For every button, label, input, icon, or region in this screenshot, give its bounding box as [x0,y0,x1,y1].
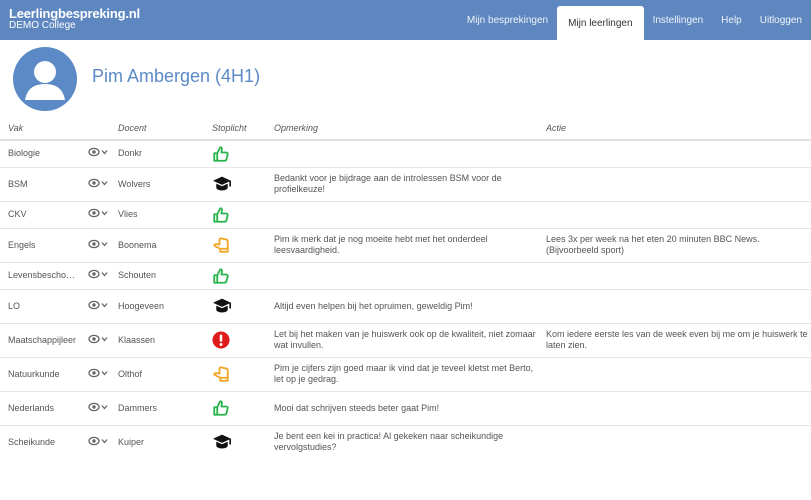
cell-docent: Klaassen [110,322,204,357]
grades-table: Vak Docent Stoplicht Opmerking Actie Bio… [0,116,811,459]
cell-opmerking: Bedankt voor je bijdrage aan de introles… [266,166,538,201]
cell-vak: Nederlands [0,390,80,425]
view-dropdown-icon[interactable] [88,178,108,188]
col-docent: Docent [110,116,204,141]
table-row: Nederlands Dammers Mooi dat schrijven stee… [0,390,811,425]
table-row: CKV Vlies [0,200,811,228]
cell-docent: Wolvers [110,166,204,201]
cell-docent: Hoogeveen [110,288,204,323]
nav-instellingen[interactable]: Instellingen [644,0,713,40]
cell-actie [538,139,811,167]
cell-opmerking: Pim je cijfers zijn goed maar ik vind da… [266,356,538,391]
top-navbar: Leerlingbespreking.nl DEMO College Mijn … [0,0,811,40]
cell-actie: Lees 3x per week na het eten 20 minuten … [538,227,811,262]
table-row: Natuurkunde Olthof Pim je cijfers zijn goe… [0,356,811,391]
cell-docent: Olthof [110,356,204,391]
cell-actie [538,390,811,425]
thumbs-up-icon [212,267,266,285]
cell-docent: Dammers [110,390,204,425]
brand[interactable]: Leerlingbespreking.nl DEMO College [9,7,140,32]
cell-actie [538,288,811,323]
cell-actie [538,166,811,201]
view-dropdown-icon[interactable] [88,300,108,310]
table-header: Vak Docent Stoplicht Opmerking Actie [0,116,811,141]
view-dropdown-icon[interactable] [88,208,108,218]
alert-icon [212,331,266,349]
cell-actie: Kom iedere eerste les van de week even b… [538,322,811,357]
cell-docent: Donkr [110,139,204,167]
thumbs-up-icon [212,206,266,224]
graduation-cap-icon [212,297,266,315]
cell-vak: Maatschappijleer [0,322,80,357]
table-row: BSM Wolvers Bedankt voor je bijdrage aan d… [0,166,811,201]
cell-opmerking [266,139,538,167]
col-vak: Vak [0,116,80,141]
cell-vak: Engels [0,227,80,262]
app-title: Leerlingbespreking.nl [9,6,140,21]
cell-opmerking [266,200,538,228]
col-opmerking: Opmerking [266,116,538,141]
cell-opmerking: Je bent een kei in practica! Al gekeken … [266,424,538,459]
cell-docent: Schouten [110,261,204,289]
col-stoplicht: Stoplicht [204,116,266,141]
view-dropdown-icon[interactable] [88,436,108,446]
cell-docent: Boonema [110,227,204,262]
school-name: DEMO College [9,20,76,31]
cell-opmerking: Mooi dat schrijven steeds beter gaat Pim… [266,390,538,425]
cell-vak: BSM [0,166,80,201]
cell-vak: Levensbeschouwing [0,261,80,289]
table-row: LO Hoogeveen Altijd even helpen bij het op… [0,288,811,323]
graduation-cap-icon [212,175,266,193]
table-row: Scheikunde Kuiper Je bent een kei in pract… [0,424,811,459]
view-dropdown-icon[interactable] [88,239,108,249]
student-name: Pim Ambergen (4H1) [92,66,261,86]
cell-docent: Vlies [110,200,204,228]
cell-vak: Natuurkunde [0,356,80,391]
cell-opmerking [266,261,538,289]
nav-mijn-besprekingen[interactable]: Mijn besprekingen [458,0,557,40]
cell-opmerking: Pim ik merk dat je nog moeite hebt met h… [266,227,538,262]
cell-vak: LO [0,288,80,323]
cell-vak: Biologie [0,139,80,167]
cell-actie [538,356,811,391]
nav-uitloggen[interactable]: Uitloggen [751,0,811,40]
cell-actie [538,261,811,289]
thumbs-neutral-icon [212,365,266,383]
cell-vak: CKV [0,200,80,228]
table-row: Biologie Donkr [0,139,811,167]
thumbs-neutral-icon [212,236,266,254]
user-avatar-icon [13,47,77,111]
view-dropdown-icon[interactable] [88,334,108,344]
col-actie: Actie [538,116,811,141]
table-row: Levensbeschouwing Schouten [0,261,811,289]
cell-docent: Kuiper [110,424,204,459]
view-dropdown-icon[interactable] [88,147,108,157]
thumbs-up-icon [212,145,266,163]
cell-actie [538,200,811,228]
nav-mijn-leerlingen[interactable]: Mijn leerlingen [557,6,644,40]
cell-opmerking: Let bij het maken van je huiswerk ook op… [266,322,538,357]
table-row: Engels Boonema Pim ik merk dat je nog moei… [0,227,811,262]
table-row: Maatschappijleer Klaassen Let bij het make… [0,322,811,357]
main-nav: Mijn besprekingen Mijn leerlingen Instel… [458,0,811,40]
cell-actie [538,424,811,459]
graduation-cap-icon [212,433,266,451]
cell-opmerking: Altijd even helpen bij het opruimen, gew… [266,288,538,323]
nav-help[interactable]: Help [712,0,751,40]
view-dropdown-icon[interactable] [88,402,108,412]
thumbs-up-icon [212,399,266,417]
cell-vak: Scheikunde [0,424,80,459]
view-dropdown-icon[interactable] [88,368,108,378]
view-dropdown-icon[interactable] [88,269,108,279]
